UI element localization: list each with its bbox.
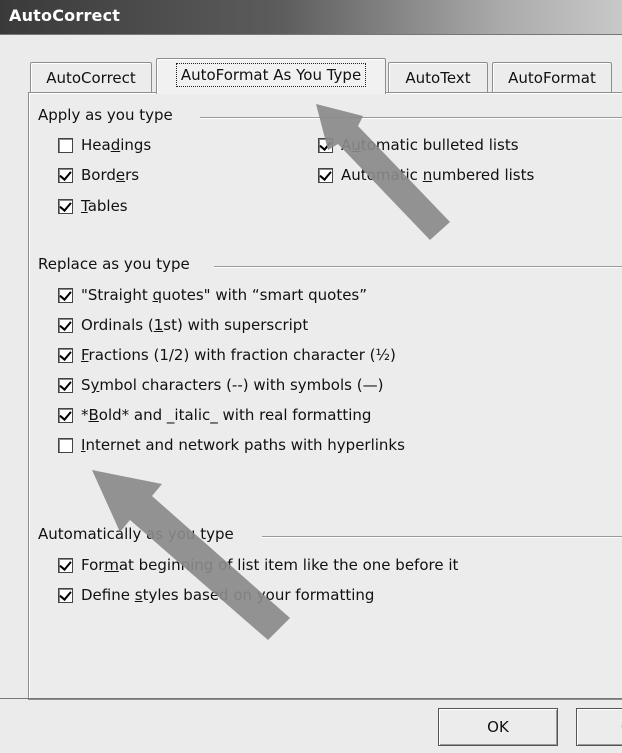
title-bar: AutoCorrect [0, 0, 622, 35]
hyperlinks-checkbox[interactable] [58, 437, 73, 453]
numbered-lists-label: Automatic numbered lists [341, 166, 535, 184]
ordinals-label: Ordinals (1st) with superscript [81, 316, 309, 334]
bulleted-lists-option[interactable]: Automatic bulleted lists [318, 136, 519, 154]
format-list-item-option[interactable]: Format beginning of list item like the o… [58, 556, 458, 574]
borders-checkbox[interactable] [58, 167, 73, 183]
headings-checkbox[interactable] [58, 137, 73, 153]
tables-label: Tables [81, 197, 128, 215]
numbered-lists-option[interactable]: Automatic numbered lists [318, 166, 534, 184]
bulleted-lists-checkbox[interactable] [318, 137, 333, 153]
tab-label: AutoCorrect [46, 69, 136, 87]
fractions-label: Fractions (1/2) with fraction character … [81, 346, 396, 364]
group-divider [200, 117, 622, 119]
bold-italic-option[interactable]: *Bold* and _italic_ with real formatting [58, 406, 371, 424]
define-styles-option[interactable]: Define styles based on your formatting [58, 586, 374, 604]
symbols-label: Symbol characters (--) with symbols (—) [81, 376, 384, 394]
group-divider [262, 536, 622, 538]
format-list-item-checkbox[interactable] [58, 557, 73, 573]
ok-button[interactable]: OK [438, 708, 558, 746]
define-styles-label: Define styles based on your formatting [81, 586, 375, 604]
tab-autoformat-as-you-type[interactable]: AutoFormat As You Type [156, 58, 386, 94]
bulleted-lists-label: Automatic bulleted lists [341, 136, 519, 154]
hyperlinks-label: Internet and network paths with hyperlin… [81, 436, 405, 454]
hyperlinks-option[interactable]: Internet and network paths with hyperlin… [58, 436, 405, 454]
define-styles-checkbox[interactable] [58, 587, 73, 603]
apply-group-label: Apply as you type [38, 106, 179, 124]
bold-italic-label: *Bold* and _italic_ with real formatting [81, 406, 372, 424]
fractions-option[interactable]: Fractions (1/2) with fraction character … [58, 346, 396, 364]
tables-option[interactable]: Tables [58, 197, 128, 215]
smart-quotes-checkbox[interactable] [58, 287, 73, 303]
ordinals-option[interactable]: Ordinals (1st) with superscript [58, 316, 308, 334]
tab-label: AutoText [405, 69, 471, 87]
fractions-checkbox[interactable] [58, 347, 73, 363]
borders-label: Borders [81, 166, 140, 184]
headings-option[interactable]: Headings [58, 136, 151, 154]
auto-group-label: Automatically as you type [38, 525, 240, 543]
smart-quotes-label: "Straight quotes" with “smart quotes” [81, 286, 368, 304]
group-divider [214, 266, 622, 268]
numbered-lists-checkbox[interactable] [318, 167, 333, 183]
window-title: AutoCorrect [9, 6, 121, 25]
symbols-option[interactable]: Symbol characters (--) with symbols (—) [58, 376, 383, 394]
tab-label: AutoFormat [508, 69, 596, 87]
headings-label: Headings [81, 136, 152, 154]
replace-group-label: Replace as you type [38, 255, 196, 273]
borders-option[interactable]: Borders [58, 166, 139, 184]
tab-autocorrect[interactable]: AutoCorrect [30, 62, 152, 94]
tables-checkbox[interactable] [58, 198, 73, 214]
panel-bottom-divider [0, 698, 622, 699]
tab-label: AutoFormat As You Type [175, 63, 367, 87]
symbols-checkbox[interactable] [58, 377, 73, 393]
smart-quotes-option[interactable]: "Straight quotes" with “smart quotes” [58, 286, 367, 304]
cancel-button[interactable]: Ca [576, 708, 622, 746]
format-list-item-label: Format beginning of list item like the o… [81, 556, 459, 574]
bold-italic-checkbox[interactable] [58, 407, 73, 423]
tab-autoformat[interactable]: AutoFormat [492, 62, 612, 94]
ordinals-checkbox[interactable] [58, 317, 73, 333]
tab-autotext[interactable]: AutoText [388, 62, 488, 94]
